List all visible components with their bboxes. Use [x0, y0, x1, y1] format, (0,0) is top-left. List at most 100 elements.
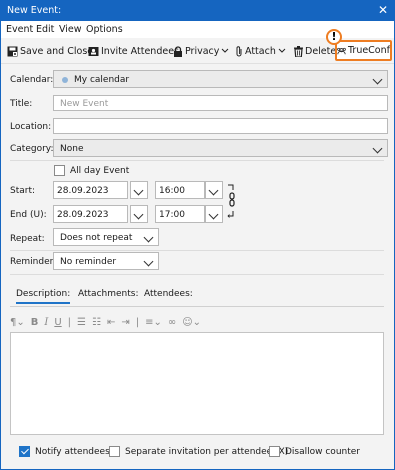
tab-attendees[interactable]: Attendees: [144, 289, 193, 299]
end-time-input[interactable]: 17:00 [155, 205, 205, 223]
save-close-button[interactable]: Save and Close [7, 43, 93, 59]
chevron-down-icon [372, 74, 383, 85]
end-time-value: 17:00 [159, 210, 185, 220]
tab-strip: Description: Attachments: Attendees: [10, 284, 384, 307]
notify-attendees-checkbox[interactable] [19, 446, 30, 457]
location-input[interactable] [53, 118, 388, 134]
allday-checkbox[interactable] [54, 165, 65, 176]
paragraph-icon[interactable]: ¶⌄ [10, 317, 25, 328]
disallow-counter-label: Disallow counter [285, 447, 360, 457]
bold-icon[interactable]: B [31, 317, 39, 328]
category-label: Category: [10, 144, 54, 154]
trash-icon [294, 45, 303, 57]
category-value: None [60, 144, 84, 154]
underline-icon[interactable]: U [54, 317, 61, 328]
invite-attendees-label: Invite Attendees [101, 45, 179, 57]
end-date-input[interactable]: 28.09.2023 [53, 205, 128, 223]
link-icon[interactable]: ∞ [168, 317, 176, 328]
start-date-input[interactable]: 28.09.2023 [53, 181, 128, 199]
chevron-down-icon [208, 209, 219, 220]
menu-event[interactable]: Event [6, 24, 33, 35]
notify-attendees-label: Notify attendees [35, 447, 110, 457]
new-event-window: New Event: ✕ Event Edit View Options Sav… [0, 0, 395, 470]
calendar-value: My calendar [74, 75, 130, 85]
calendar-color-dot [62, 77, 68, 83]
italic-icon[interactable]: I [44, 317, 48, 328]
attach-label: Attach [245, 45, 276, 57]
paperclip-icon [236, 46, 242, 57]
trueconf-button[interactable]: TrueConf [335, 40, 392, 61]
end-date-value: 28.09.2023 [57, 210, 109, 220]
align-icon[interactable]: ≡⌄ [145, 317, 162, 328]
format-toolbar: ¶⌄ B I U | ☰ ☷ ⇤ ⇥ | ≡⌄ ∞ ☺⌄ [10, 314, 201, 330]
chevron-down-icon [143, 256, 154, 267]
delete-button[interactable]: Delete [294, 43, 336, 59]
tab-description[interactable]: Description: [16, 289, 71, 304]
menu-view[interactable]: View [59, 24, 82, 35]
title-label: Title: [10, 99, 33, 109]
start-time-picker-button[interactable] [205, 181, 223, 199]
bullet-list-icon[interactable]: ☰ [77, 317, 86, 328]
attach-button[interactable]: Attach [235, 43, 286, 59]
chevron-down-icon [133, 209, 144, 220]
start-time-value: 16:00 [159, 186, 185, 196]
tab-attachments[interactable]: Attachments: [78, 289, 138, 299]
chevron-down-icon [278, 48, 286, 53]
bottom-options-bar: Notify attendees Separate invitation per… [1, 438, 394, 469]
trueconf-label: TrueConf [348, 45, 390, 56]
category-select[interactable]: None [53, 139, 388, 157]
emoji-icon[interactable]: ☺⌄ [182, 317, 201, 328]
start-time-input[interactable]: 16:00 [155, 181, 205, 199]
repeat-select[interactable]: Does not repeat [53, 228, 159, 246]
end-time-picker-button[interactable] [205, 205, 223, 223]
chevron-down-icon [222, 48, 229, 53]
delete-label: Delete [305, 45, 337, 57]
alert-badge-icon: ! [326, 29, 342, 45]
calendar-select[interactable]: My calendar [53, 70, 388, 88]
chevron-down-icon [208, 185, 219, 196]
save-icon [7, 46, 18, 56]
disallow-counter-checkbox[interactable] [269, 446, 280, 457]
invite-attendees-button[interactable]: Invite Attendees [88, 43, 179, 59]
repeat-label: Repeat: [10, 234, 45, 244]
start-date-value: 28.09.2023 [57, 186, 109, 196]
divider [10, 274, 384, 275]
chevron-down-icon [143, 232, 154, 243]
contact-card-icon [88, 46, 99, 56]
outdent-icon[interactable]: ⇤ [107, 317, 115, 328]
description-editor[interactable] [10, 332, 384, 435]
privacy-label: Privacy [185, 45, 220, 57]
divider [10, 160, 384, 161]
divider [10, 250, 384, 251]
lock-icon [174, 45, 182, 57]
link-chain-icon[interactable] [227, 183, 237, 221]
reminder-value: No reminder [60, 257, 117, 267]
menu-edit[interactable]: Edit [36, 24, 54, 35]
indent-icon[interactable]: ⇥ [121, 317, 129, 328]
chevron-down-icon [372, 143, 383, 154]
end-label: End (U): [10, 210, 47, 220]
end-date-picker-button[interactable] [130, 205, 148, 223]
calendar-label: Calendar: [10, 75, 54, 85]
close-icon[interactable]: ✕ [378, 3, 388, 17]
repeat-value: Does not repeat [60, 233, 133, 243]
separator: | [135, 316, 140, 328]
title-placeholder: New Event [60, 99, 109, 109]
reminder-select[interactable]: No reminder [53, 252, 159, 270]
trueconf-icon [337, 47, 346, 54]
menu-options[interactable]: Options [86, 24, 123, 35]
separate-invitation-label: Separate invitation per attendee (X) [125, 447, 289, 457]
window-title: New Event: [7, 5, 62, 16]
allday-label: All day Event [70, 166, 130, 176]
location-label: Location: [10, 122, 52, 132]
title-input[interactable]: New Event [53, 95, 388, 111]
chevron-down-icon [133, 185, 144, 196]
separator: | [67, 316, 72, 328]
save-close-label: Save and Close [20, 45, 94, 57]
title-bar[interactable]: New Event: ✕ [1, 1, 394, 21]
separate-invitation-checkbox[interactable] [109, 446, 120, 457]
privacy-button[interactable]: Privacy [173, 43, 229, 59]
start-label: Start: [10, 186, 36, 196]
numbered-list-icon[interactable]: ☷ [92, 317, 101, 328]
start-date-picker-button[interactable] [130, 181, 148, 199]
